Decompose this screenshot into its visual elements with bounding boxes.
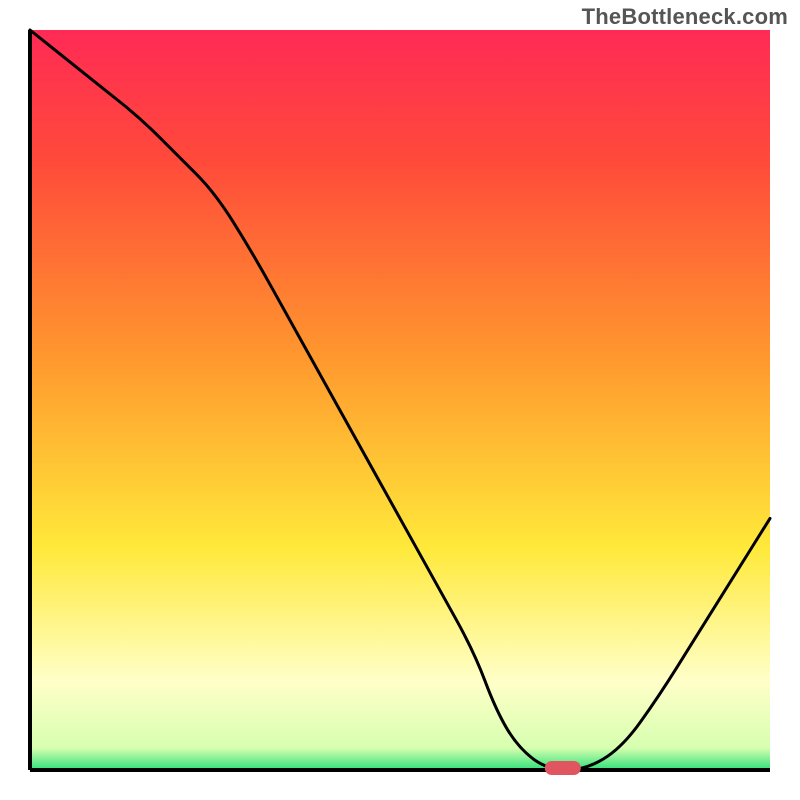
watermark-label: TheBottleneck.com	[582, 4, 788, 30]
plot-area	[30, 30, 770, 775]
bottleneck-chart: TheBottleneck.com	[0, 0, 800, 800]
gradient-background	[30, 30, 770, 770]
optimal-marker	[545, 761, 581, 775]
chart-svg	[0, 0, 800, 800]
